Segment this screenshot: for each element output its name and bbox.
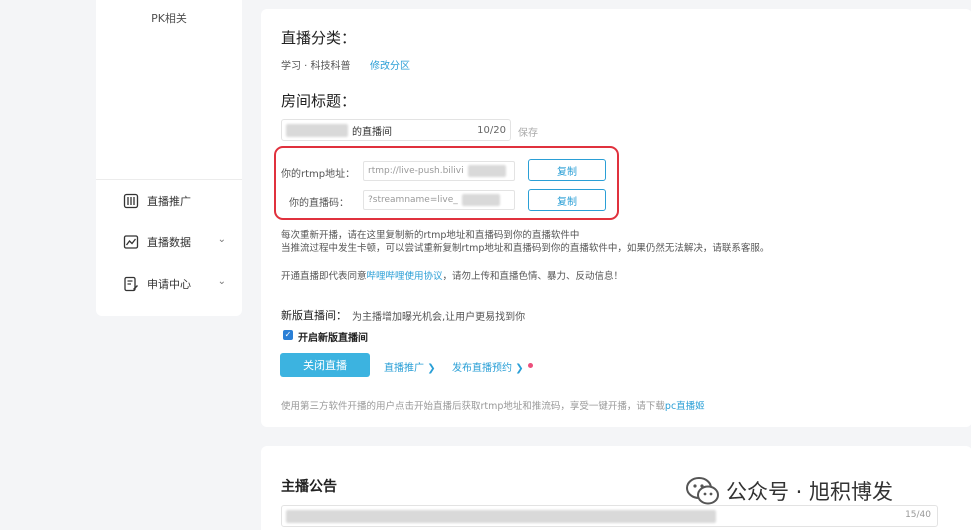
agreement-prefix: 开通直播即代表同意 bbox=[281, 271, 367, 282]
sidebar-item-label: 申请中心 bbox=[147, 278, 191, 291]
stream-code-label: 你的直播码： bbox=[289, 198, 349, 209]
announcement-heading: 主播公告 bbox=[281, 479, 337, 495]
sidebar-item-data[interactable]: 直播数据 ⌄ bbox=[122, 232, 232, 252]
note-line-2: 当推流过程中发生卡顿，可以尝试重新复制rtmp地址和直播码到你的直播软件中，如果… bbox=[281, 243, 770, 254]
agreement-link[interactable]: 哔哩哔哩使用协议 bbox=[367, 271, 443, 282]
promotion-icon bbox=[122, 192, 140, 210]
close-live-button[interactable]: 关闭直播 bbox=[280, 353, 370, 377]
promote-link[interactable]: 直播推广 ❯ bbox=[384, 359, 436, 374]
agreement-suffix: ，请勿上传和直播色情、暴力、反动信息！ bbox=[442, 271, 624, 282]
agreement-note: 开通直播即代表同意哔哩哔哩使用协议，请勿上传和直播色情、暴力、反动信息！ bbox=[281, 268, 623, 282]
chart-icon bbox=[122, 233, 140, 251]
chevron-down-icon[interactable]: ⌄ bbox=[218, 234, 226, 245]
room-title-text: 的直播间 bbox=[352, 126, 392, 138]
copy-code-button[interactable]: 复制 bbox=[528, 189, 606, 211]
redacted-text bbox=[286, 510, 716, 523]
sidebar-item-promotion[interactable]: 直播推广 bbox=[122, 191, 232, 211]
third-party-note: 使用第三方软件开播的用户点击开始直播后获取rtmp地址和推流码，享受一键开播，请… bbox=[281, 398, 705, 412]
sidebar: PK相关 直播推广 直播数据 ⌄ 申请中心 ⌄ bbox=[96, 0, 242, 316]
announcement-input[interactable]: 15/40 bbox=[281, 505, 938, 527]
schedule-link[interactable]: 发布直播预约 ❯ bbox=[452, 359, 524, 374]
redacted-text bbox=[461, 194, 500, 206]
chevron-right-icon: ❯ bbox=[427, 363, 436, 374]
sidebar-item-pk[interactable]: PK相关 bbox=[96, 10, 242, 26]
notification-dot bbox=[528, 363, 533, 368]
rtmp-address-label: 你的rtmp地址： bbox=[281, 169, 356, 180]
promote-link-label: 直播推广 bbox=[384, 363, 424, 374]
third-party-text: 使用第三方软件开播的用户点击开始直播后获取rtmp地址和推流码，享受一键开播，请… bbox=[281, 401, 665, 412]
edit-category-link[interactable]: 修改分区 bbox=[370, 57, 410, 72]
room-title-heading: 房间标题： bbox=[281, 92, 357, 110]
sidebar-divider bbox=[96, 179, 242, 180]
schedule-link-label: 发布直播预约 bbox=[452, 363, 512, 374]
note-line-1: 每次重新开播，请在这里复制新的rtmp地址和直播码到你的直播软件中 bbox=[281, 230, 580, 241]
sidebar-item-label: 直播推广 bbox=[147, 195, 191, 208]
chevron-right-icon: ❯ bbox=[515, 363, 524, 374]
pc-app-link[interactable]: pc直播姬 bbox=[665, 401, 705, 412]
category-value: 学习 · 科技科普 bbox=[281, 61, 351, 72]
category-heading: 直播分类： bbox=[281, 29, 357, 47]
title-counter: 10/20 bbox=[477, 124, 506, 136]
watermark: 公众号 · 旭积博发 bbox=[686, 476, 893, 506]
room-title-input[interactable]: 的直播间 10/20 bbox=[281, 119, 511, 141]
stream-code-field[interactable]: ?streamname=live_ bbox=[363, 190, 515, 210]
stream-code-value: ?streamname=live_ bbox=[368, 195, 458, 205]
watermark-text: 公众号 · 旭积博发 bbox=[726, 480, 894, 504]
apply-icon bbox=[122, 275, 140, 293]
new-room-checkbox-label: 开启新版直播间 bbox=[298, 333, 368, 344]
new-room-heading: 新版直播间： bbox=[281, 309, 347, 322]
wechat-icon bbox=[686, 477, 719, 505]
sidebar-item-apply[interactable]: 申请中心 ⌄ bbox=[122, 274, 232, 294]
save-link[interactable]: 保存 bbox=[518, 124, 538, 139]
new-room-description: 为主播增加曝光机会,让用户更易找到你 bbox=[352, 312, 526, 323]
rtmp-address-field[interactable]: rtmp://live-push.bilivi bbox=[363, 161, 515, 181]
redacted-text bbox=[286, 123, 348, 137]
announcement-counter: 15/40 bbox=[905, 510, 931, 520]
rtmp-address-value: rtmp://live-push.bilivi bbox=[368, 166, 464, 176]
copy-address-button[interactable]: 复制 bbox=[528, 159, 606, 181]
new-room-checkbox[interactable]: ✓ bbox=[283, 330, 293, 340]
redacted-text bbox=[467, 165, 506, 177]
sidebar-item-label: 直播数据 bbox=[147, 236, 191, 249]
chevron-down-icon[interactable]: ⌄ bbox=[218, 276, 226, 287]
